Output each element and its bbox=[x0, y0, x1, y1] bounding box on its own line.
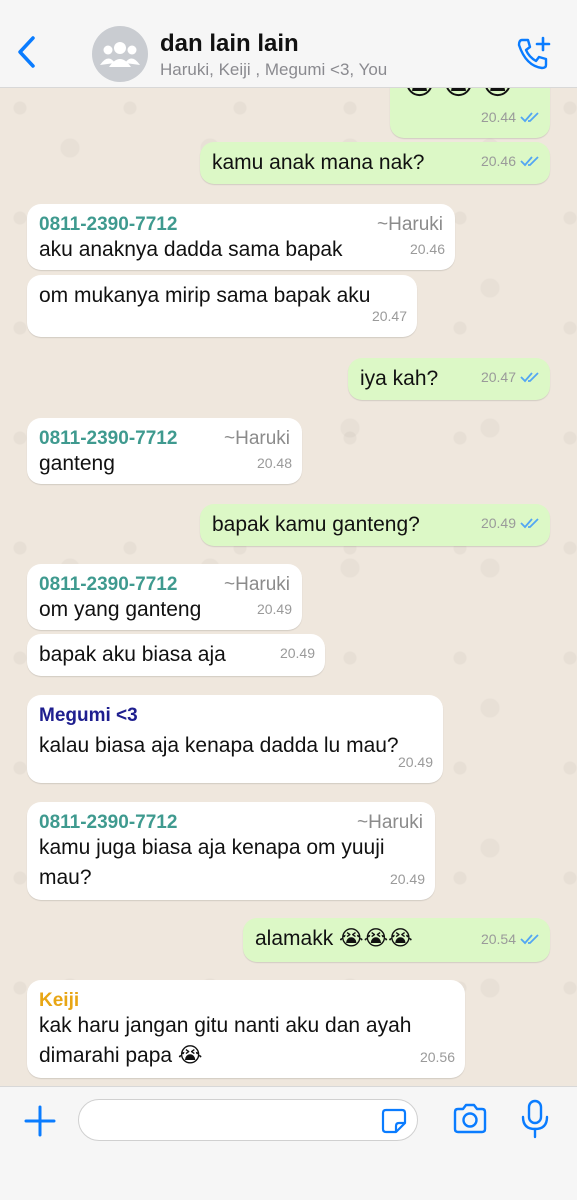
message-text: alamakk 😭😭😭 bbox=[255, 927, 413, 950]
message-bubble-incoming[interactable]: 0811-2390-7712 ~Haruki ganteng 20.48 bbox=[27, 418, 302, 484]
message-text-line-1: kak haru jangan gitu nanti aku dan ayah bbox=[39, 1014, 412, 1037]
message-input[interactable] bbox=[78, 1099, 418, 1141]
read-ticks-icon bbox=[520, 156, 539, 167]
read-ticks-icon bbox=[520, 372, 539, 383]
message-bubble-incoming[interactable]: om mukanya mirip sama bapak aku 20.47 bbox=[27, 275, 417, 337]
message-text-line-2: mau? bbox=[39, 866, 92, 889]
read-ticks-icon bbox=[520, 934, 539, 945]
message-bubble-outgoing[interactable]: 😭😭😭 20.44 bbox=[390, 88, 550, 138]
group-avatar[interactable] bbox=[92, 26, 148, 82]
message-bubble-incoming[interactable]: 0811-2390-7712 ~Haruki aku anaknya dadda… bbox=[27, 204, 455, 270]
message-text: bapak aku biasa aja bbox=[39, 643, 226, 666]
camera-icon[interactable] bbox=[452, 1101, 488, 1137]
back-button[interactable] bbox=[8, 30, 44, 74]
message-text: ganteng bbox=[39, 452, 115, 475]
group-avatar-icon bbox=[100, 42, 140, 67]
message-bubble-outgoing[interactable]: iya kah? 20.47 bbox=[348, 358, 550, 400]
message-text: kalau biasa aja kenapa dadda lu mau? bbox=[39, 734, 399, 757]
message-bubble-incoming[interactable]: Megumi <3 kalau biasa aja kenapa dadda l… bbox=[27, 695, 443, 783]
message-bubble-incoming[interactable]: bapak aku biasa aja 20.49 bbox=[27, 634, 325, 676]
add-call-icon bbox=[517, 36, 551, 70]
message-time: 20.44 bbox=[481, 102, 540, 132]
message-time: 20.46 bbox=[409, 241, 445, 257]
read-ticks-icon bbox=[520, 112, 539, 123]
message-time: 20.47 bbox=[481, 362, 540, 392]
message-bubble-outgoing[interactable]: alamakk 😭😭😭 20.54 bbox=[243, 918, 550, 962]
message-bubble-incoming[interactable]: 0811-2390-7712 ~Haruki kamu juga biasa a… bbox=[27, 802, 435, 900]
message-bubble-incoming[interactable]: Keiji kak haru jangan gitu nanti aku dan… bbox=[27, 980, 465, 1078]
message-time: 20.49 bbox=[389, 871, 425, 887]
message-bubble-outgoing[interactable]: bapak kamu ganteng? 20.49 bbox=[200, 504, 550, 546]
chat-area[interactable]: 😭😭😭 20.44 kamu anak mana nak? 20.46 0811… bbox=[0, 88, 577, 1086]
message-time: 20.48 bbox=[256, 455, 292, 471]
message-time: 20.56 bbox=[419, 1049, 455, 1065]
message-bubble-incoming[interactable]: 0811-2390-7712 ~Haruki om yang ganteng 2… bbox=[27, 564, 302, 630]
message-text: aku anaknya dadda sama bapak bbox=[39, 238, 343, 261]
message-text: kamu anak mana nak? bbox=[212, 151, 425, 174]
message-time: 20.47 bbox=[371, 308, 407, 324]
message-text-line-1: kamu juga biasa aja kenapa om yuuji bbox=[39, 836, 385, 859]
composer-bar bbox=[0, 1086, 577, 1200]
message-text: bapak kamu ganteng? bbox=[212, 513, 420, 536]
add-call-button[interactable] bbox=[513, 34, 553, 74]
message-time: 20.49 bbox=[397, 754, 433, 770]
message-bubble-outgoing[interactable]: kamu anak mana nak? 20.46 bbox=[200, 142, 550, 184]
plus-icon bbox=[24, 1105, 56, 1137]
chat-title[interactable]: dan lain lain bbox=[160, 30, 299, 58]
sender-name[interactable]: Megumi <3 bbox=[39, 701, 138, 731]
microphone-icon[interactable] bbox=[520, 1099, 550, 1139]
message-text: om mukanya mirip sama bapak aku bbox=[39, 284, 371, 307]
message-text: om yang ganteng bbox=[39, 598, 202, 621]
chat-header: dan lain lain Haruki, Keiji , Megumi <3,… bbox=[0, 0, 577, 88]
message-text: 😭😭😭 bbox=[402, 88, 519, 100]
message-time: 20.49 bbox=[256, 601, 292, 617]
message-time: 20.54 bbox=[481, 924, 540, 954]
message-time: 20.46 bbox=[481, 146, 540, 176]
read-ticks-icon bbox=[520, 518, 539, 529]
back-chevron-icon bbox=[18, 36, 35, 68]
message-text-line-2: dimarahi papa 😭 bbox=[39, 1044, 203, 1067]
chat-members[interactable]: Haruki, Keiji , Megumi <3, You bbox=[160, 60, 387, 80]
message-text: iya kah? bbox=[360, 367, 439, 390]
attach-button[interactable] bbox=[22, 1103, 58, 1139]
message-time: 20.49 bbox=[481, 508, 540, 538]
sticker-icon[interactable] bbox=[381, 1108, 407, 1134]
message-time: 20.49 bbox=[279, 645, 315, 661]
